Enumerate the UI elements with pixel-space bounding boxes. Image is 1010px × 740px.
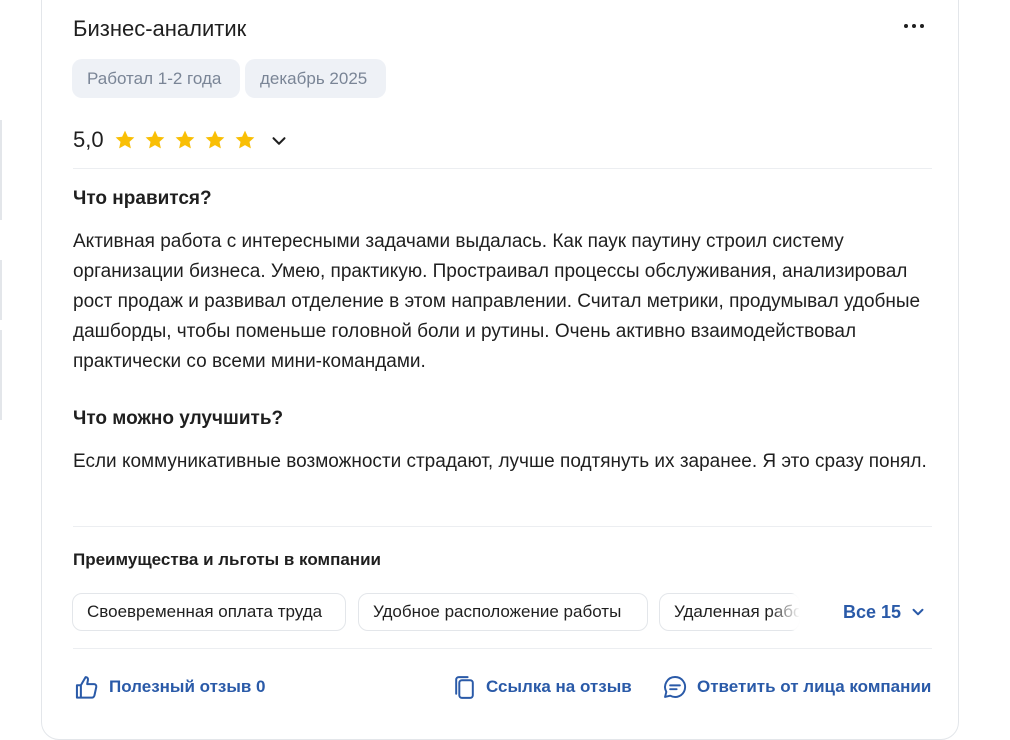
- star-icon: [110, 126, 140, 154]
- review-link-button[interactable]: Ссылка на отзыв: [452, 672, 632, 702]
- review-title: Бизнес-аналитик: [73, 16, 247, 41]
- likes-heading: Что нравится?: [73, 188, 212, 209]
- experience-tag: Работал 1-2 года: [72, 59, 240, 98]
- rating-stars: [110, 126, 260, 154]
- review-link-label: Ссылка на отзыв: [486, 677, 632, 696]
- more-horizontal-icon-dot: [912, 24, 916, 28]
- chevron-down-icon: [912, 608, 924, 616]
- divider: [73, 648, 932, 649]
- left-edge-mark: [0, 330, 2, 420]
- divider: [73, 526, 932, 527]
- show-all-benefits-button[interactable]: Все 15: [843, 600, 927, 624]
- divider: [73, 168, 932, 169]
- date-tag: декабрь 2025: [245, 59, 386, 98]
- more-horizontal-icon-dot: [920, 24, 924, 28]
- improve-heading: Что можно улучшить?: [73, 408, 284, 429]
- benefit-chip[interactable]: Удобное расположение работы: [358, 593, 648, 631]
- star-icon: [200, 126, 230, 154]
- left-edge-mark: [0, 120, 2, 220]
- star-icon: [170, 126, 200, 154]
- benefit-chip[interactable]: Своевременная оплата труда: [72, 593, 346, 631]
- more-options-button[interactable]: [898, 14, 930, 38]
- rating-value: 5,0: [73, 127, 104, 152]
- benefits-heading: Преимущества и льготы в компании: [73, 550, 381, 569]
- chat-reply-icon: [664, 676, 687, 698]
- chevron-down-icon: [272, 137, 286, 145]
- helpful-review-button[interactable]: Полезный отзыв 0: [73, 672, 266, 702]
- show-all-label: Все 15: [843, 602, 902, 622]
- helpful-review-label: Полезный отзыв 0: [109, 677, 266, 696]
- thumbs-up-icon: [75, 675, 98, 699]
- copy-link-icon: [455, 675, 474, 699]
- likes-text: Активная работа с интересными задачами в…: [73, 231, 921, 372]
- reply-as-company-label: Ответить от лица компании: [697, 677, 932, 696]
- left-edge-mark: [0, 260, 2, 320]
- rating-details-toggle[interactable]: [268, 130, 290, 152]
- reply-as-company-button[interactable]: Ответить от лица компании: [662, 672, 931, 702]
- star-icon: [230, 126, 260, 154]
- chip-fade-overlay: [770, 594, 800, 630]
- star-icon: [140, 126, 170, 154]
- more-horizontal-icon: [904, 24, 908, 28]
- improve-text: Если коммуникативные возможности страдаю…: [73, 451, 927, 472]
